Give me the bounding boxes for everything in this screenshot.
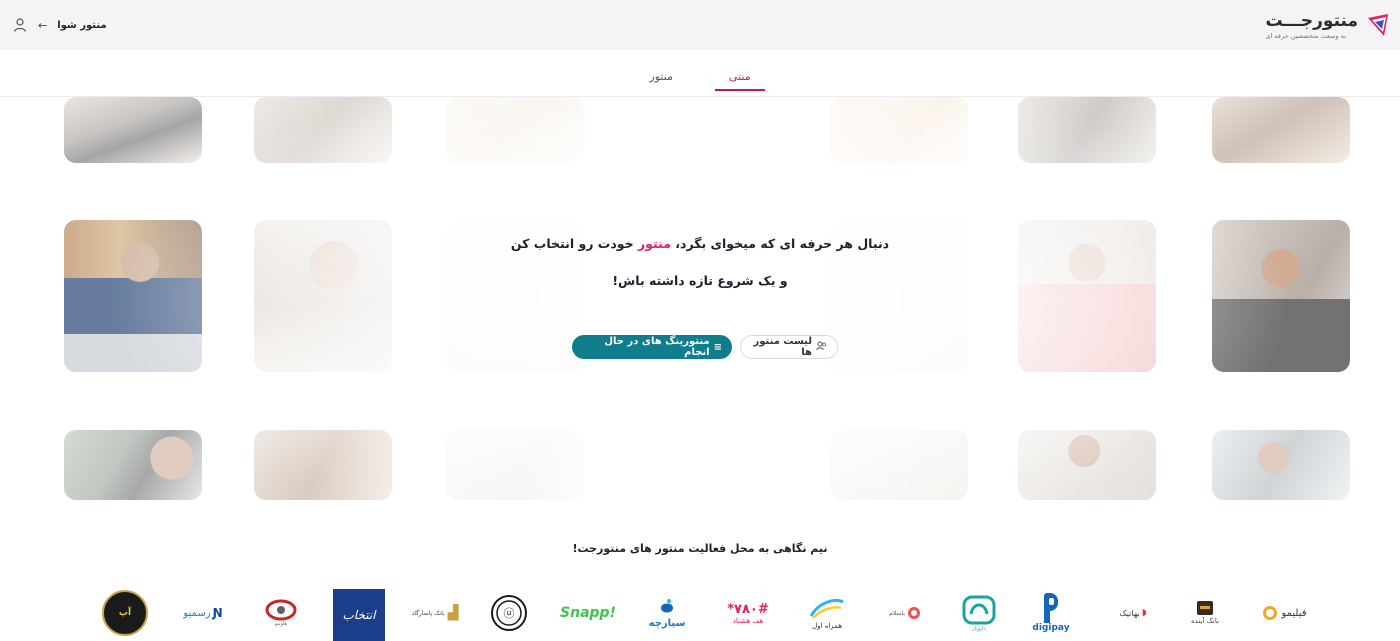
become-mentor-link[interactable]: منتور شوا [57,20,106,31]
havino-logo-icon [265,599,297,621]
user-icon[interactable] [12,17,28,33]
partner-logo-basalam: باسلام [880,590,930,636]
sepah-logo-icon: ⓤ [491,595,527,631]
partner-name: سیارچه [648,617,686,629]
mentor-list-button[interactable]: لیست منتور ها [740,335,838,359]
partner-logo-sayarcheh: سیارچه [642,590,692,636]
daruyar-logo-icon [962,595,996,625]
mentor-photo [1018,97,1156,163]
partner-name: همراه اول [812,622,842,630]
hero-backdrop [0,97,1400,507]
mentor-photo [446,430,584,500]
tab-bar: منتی منتور [0,64,1400,91]
partner-logo-filimo: فیلیمو [1255,590,1315,636]
partner-logo-havino: هاوینو [255,590,307,636]
arrow-left-icon[interactable]: ← [38,19,47,32]
partner-logo-sepah: ⓤ [484,590,534,636]
mentor-list-label: لیست منتور ها [753,336,812,358]
partner-logo-bahatik: بهاتیک ◗ [1103,590,1163,636]
brand[interactable]: منتورجـــت به وسعت متخصصین حرفه ای [1265,11,1392,40]
mentor-photo [64,430,202,500]
mentor-photo [1018,430,1156,500]
ap-logo-icon: آپ [102,590,148,636]
partner-name: بانک پاسارگاد [411,609,445,617]
partner-name: انتخاب [342,608,376,622]
ongoing-mentoring-button[interactable]: ≡ منتورینگ های در حال انجام [572,335,732,359]
partner-logo-pasargad: بانک پاسارگاد ▟ [410,590,460,636]
partner-name: Snapp! [560,605,616,621]
partner-logo-ayandeh: بانک آینده [1180,590,1230,636]
filimo-logo-icon [1263,606,1278,620]
svg-text:ⓤ: ⓤ [504,607,515,620]
tab-mentee[interactable]: منتی [714,64,765,91]
mentor-photo [254,220,392,372]
hero-actions: ≡ منتورینگ های در حال انجام لیست منتور ه… [572,335,838,359]
hero-headline-part: دنبال هر حرفه ای که میخوای بگرد، [670,236,890,251]
mentor-photo [446,97,584,163]
digipay-logo-icon [1042,593,1060,623]
partner-logo-digipay: digipay [1028,590,1074,636]
partner-name: فیلیمو [1281,607,1307,619]
ongoing-mentoring-label: منتورینگ های در حال انجام [604,336,710,358]
mentor-photo [1212,220,1350,372]
hero-headline-accent: منتور [637,236,671,251]
mentor-photo [64,220,202,372]
partner-name: دارویار [972,626,986,632]
hamrah-aval-logo-icon [809,599,844,619]
hero-text: دنبال هر حرفه ای که میخوای بگرد، منتور خ… [420,236,980,288]
partner-logo-daruyar: دارویار [954,590,1004,636]
hero-headline-part: خودت رو انتخاب کن [510,236,638,251]
mentor-photo [830,430,968,500]
partner-name: digipay [1032,623,1070,633]
partner-logo-entekhab: انتخاب [333,589,385,641]
partner-name: بانک آینده [1191,617,1219,625]
partner-name: هاوینو [274,621,288,627]
partners-title: نیم نگاهی به محل فعالیت منتور های منتورج… [572,542,828,555]
partner-name: بهاتیک [1119,608,1140,618]
partner-name: هف هشتاد [732,616,764,625]
hero-headline: دنبال هر حرفه ای که میخوای بگرد، منتور خ… [420,236,980,251]
basalam-logo-icon [907,607,920,619]
bahatik-logo-icon: ◗ [1141,608,1147,618]
mentor-photo [64,97,202,163]
sayarcheh-logo-icon [661,598,673,612]
mentor-photo [1018,220,1156,372]
brand-logo-icon [1366,12,1392,38]
rasmio-logo-icon: Ɲ [212,606,223,620]
page: ← منتور شوا منتورجـــت به وسعت متخصصین ح… [0,0,1400,641]
mentor-photo [830,97,968,163]
partner-logo-780: *٧٨٠# هف هشتاد [718,590,778,636]
mentor-photo [254,430,392,500]
partner-logo-hamrah-aval: همراه اول [800,590,854,636]
users-icon [816,341,827,354]
partner-logo-snapp: Snapp! [558,590,618,636]
top-header: ← منتور شوا منتورجـــت به وسعت متخصصین ح… [0,0,1400,50]
brand-tagline: به وسعت متخصصین حرفه ای [1265,31,1347,40]
mentor-photo [254,97,392,163]
list-icon: ≡ [713,341,722,353]
pasargad-logo-icon: ▟ [447,605,459,621]
header-actions: ← منتور شوا [8,17,107,33]
partner-name: باسلام [889,609,905,617]
partner-name: رسمیو [183,607,211,619]
partner-logo-rasmio: رسمیو Ɲ [175,590,231,636]
brand-name: منتورجـــت [1265,10,1358,31]
partner-logo-ap: آپ [100,590,150,636]
hamrah780-logo-icon: *٧٨٠# [727,601,769,617]
mentor-photo [1212,97,1350,163]
mentor-photo [1212,430,1350,500]
tabs-divider [0,96,1400,97]
brand-text: منتورجـــت به وسعت متخصصین حرفه ای [1265,11,1358,40]
ayandeh-logo-icon [1197,601,1213,615]
tab-mentor[interactable]: منتور [635,64,687,91]
partner-name: آپ [118,608,132,618]
hero-subheadline: و یک شروع تازه داشته باش! [612,273,788,288]
